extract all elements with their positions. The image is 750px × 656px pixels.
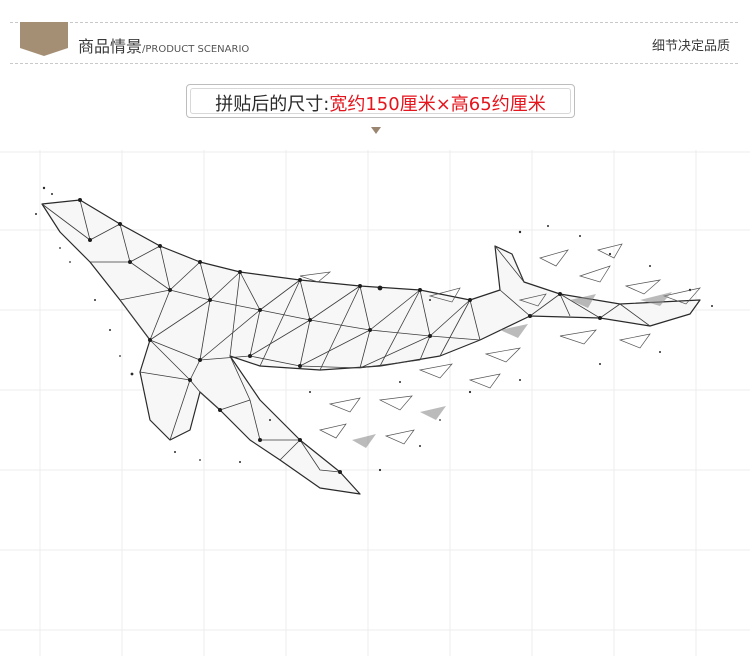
whale-icon	[35, 186, 713, 495]
product-scenario-page: 商品情景/PRODUCT SCENARIO 细节决定品质 拼贴后的尺寸:宽约15…	[0, 0, 750, 656]
